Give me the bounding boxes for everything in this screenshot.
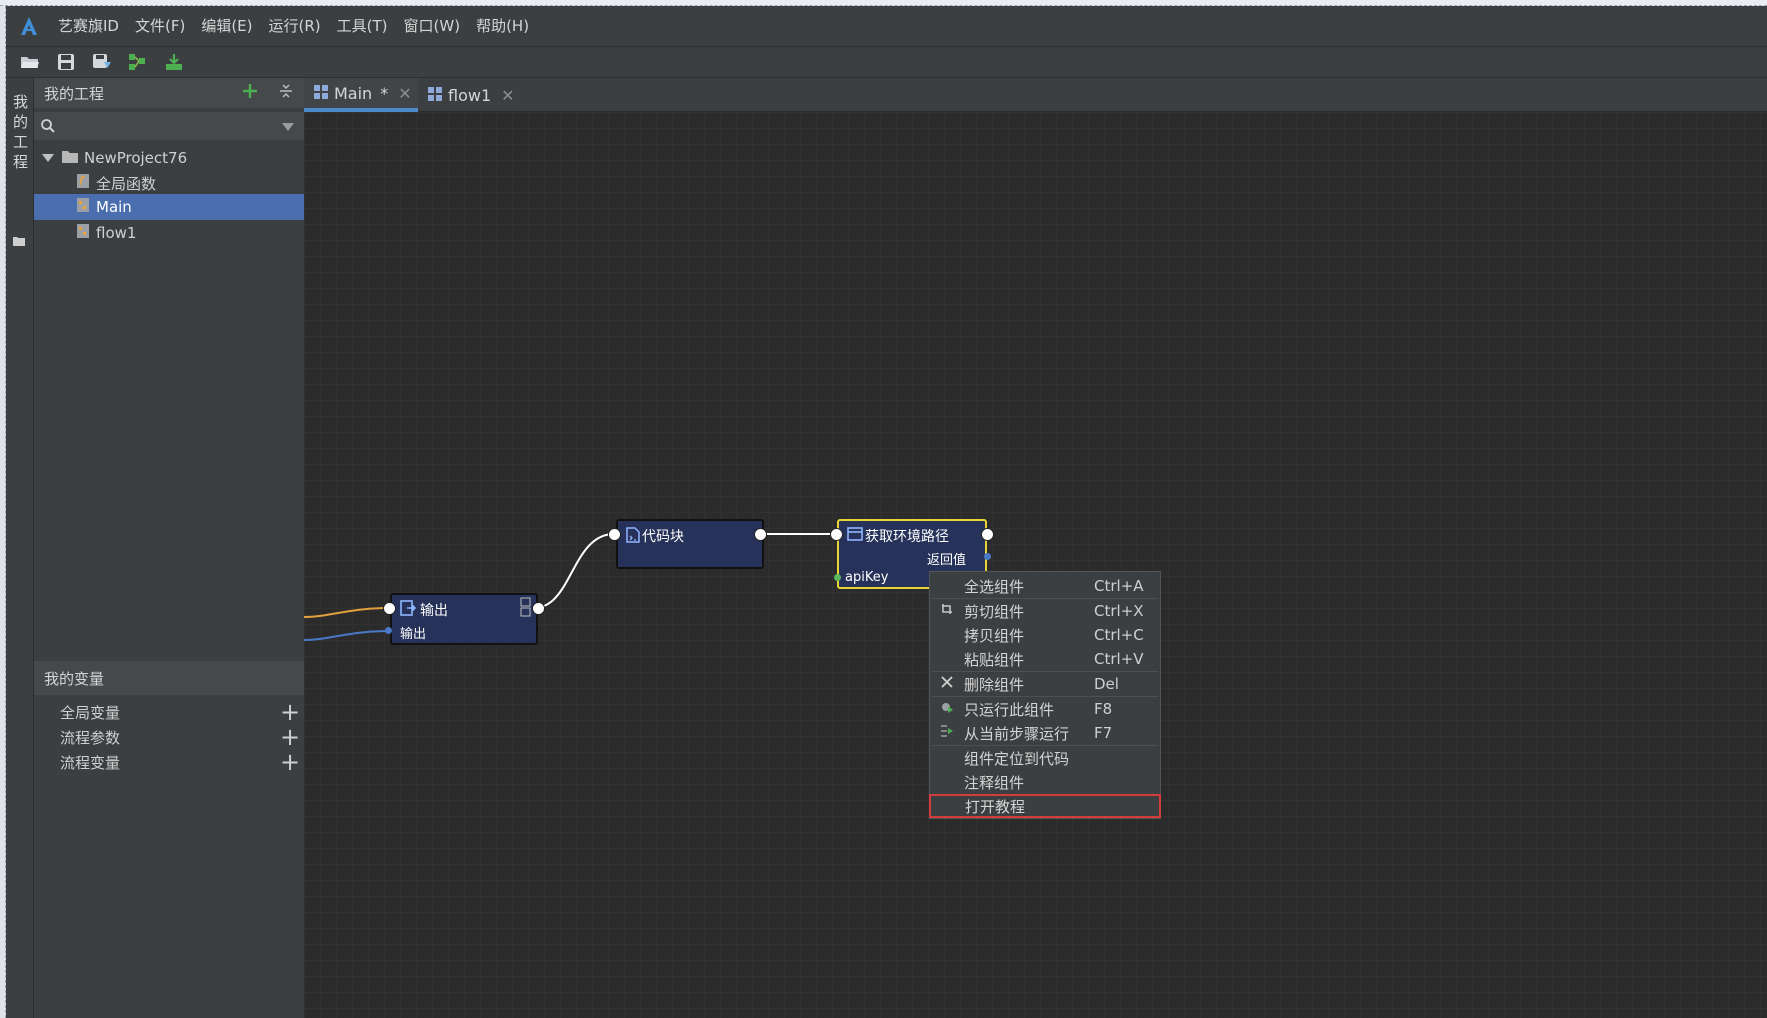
function-file-icon [76,173,90,193]
menu-item-cut[interactable]: 剪切组件 Ctrl+X [930,599,1160,623]
tab-main[interactable]: Main * ✕ [304,78,418,112]
save-icon[interactable] [52,49,80,75]
expand-arrow-icon[interactable] [42,149,58,167]
menu-item-run-from-step[interactable]: 从当前步骤运行 F7 [930,721,1160,745]
delete-icon [930,676,964,692]
add-variable-icon[interactable]: + [276,698,304,726]
code-file-icon [626,527,640,547]
flow-file-icon [76,197,90,217]
variable-group-flow-params[interactable]: 流程参数 + [34,723,304,751]
menu-item-copy[interactable]: 拷贝组件 Ctrl+C [930,623,1160,647]
project-side-tab[interactable]: 我的工程 [6,78,34,1018]
close-icon[interactable]: ✕ [398,84,411,103]
menu-tools[interactable]: 工具(T) [329,6,396,46]
tree-item-project-root[interactable]: NewProject76 [34,144,304,172]
tree-item-label: flow1 [96,224,137,242]
node-data-port[interactable] [385,627,392,634]
search-icon [40,118,56,138]
node-apikey-port[interactable] [834,574,841,581]
tree-item-label: 全局函数 [96,174,157,193]
node-return-port[interactable] [984,553,991,560]
tab-flow1[interactable]: flow1 ✕ [418,78,518,112]
flow-grid-icon [428,86,442,105]
add-variable-icon[interactable]: + [276,723,304,751]
add-variable-icon[interactable]: + [276,748,304,776]
node-title: 获取环境路径 [865,529,949,545]
project-search-field[interactable] [34,112,304,140]
tree-item-label: Main [96,198,132,216]
toolbar [6,46,1767,78]
project-panel-title: 我的工程 [44,84,105,103]
variables-panel-title: 我的变量 [44,669,105,688]
open-folder-icon[interactable] [16,49,44,75]
folder-icon [13,234,25,250]
flow-file-icon [76,223,90,243]
folder-icon [62,149,78,167]
node-output-label: 返回值 [927,553,967,568]
project-panel: 我的工程 NewProject76 全局函数 Main flow1 我的变量 全… [34,78,304,1018]
cut-icon [930,603,964,619]
tab-label: flow1 [448,85,492,105]
context-menu: 全选组件 Ctrl+A 剪切组件 Ctrl+X 拷贝组件 Ctrl+C 粘贴组件… [929,571,1161,819]
node-title: 代码块 [642,529,684,545]
tree-item-label: NewProject76 [84,149,188,167]
menu-item-delete[interactable]: 删除组件 Del [930,672,1160,696]
menu-window[interactable]: 窗口(W) [396,6,469,46]
menu-aisaiqi-id[interactable]: 艺赛旗ID [50,6,127,46]
node-input-port[interactable] [608,528,621,541]
node-code-block[interactable]: 代码块 [616,519,764,569]
run-single-icon [930,700,964,718]
tree-item-flow1[interactable]: flow1 [34,219,304,247]
editor-tab-bar: Main * ✕ flow1 ✕ [304,78,1767,112]
save-all-icon[interactable] [88,49,116,75]
aisaiqi-logo-icon [16,13,42,39]
variable-group-label: 流程参数 [60,728,121,747]
node-input-port[interactable] [830,528,843,541]
menu-item-comment[interactable]: 注释组件 [930,770,1160,794]
node-title: 输出 [420,603,448,619]
node-input-port[interactable] [383,602,396,615]
expand-node-icon[interactable] [520,597,532,621]
add-project-icon[interactable] [232,83,268,103]
tab-label: Main [334,83,373,103]
node-output-port[interactable] [981,528,994,541]
project-panel-header: 我的工程 [34,78,304,108]
menu-help[interactable]: 帮助(H) [468,6,537,46]
output-node-icon [400,600,417,620]
tree-item-global-functions[interactable]: 全局函数 [34,169,304,197]
connection-wires [304,533,830,641]
menu-item-paste[interactable]: 粘贴组件 Ctrl+V [930,647,1160,671]
menu-item-run-only[interactable]: 只运行此组件 F8 [930,697,1160,721]
window-icon [847,526,863,546]
run-from-step-icon [930,724,964,742]
close-icon[interactable]: ✕ [501,86,514,105]
menu-item-locate-code[interactable]: 组件定位到代码 [930,746,1160,770]
node-output-port[interactable] [532,602,545,615]
search-dropdown-icon[interactable] [282,120,294,136]
menu-item-select-all[interactable]: 全选组件 Ctrl+A [930,574,1160,598]
variable-group-label: 全局变量 [60,703,121,722]
menu-file[interactable]: 文件(F) [127,6,193,46]
node-port-label: 输出 [400,627,427,642]
menu-bar: 艺赛旗ID 文件(F) 编辑(E) 运行(R) 工具(T) 窗口(W) 帮助(H… [6,6,1767,46]
menu-item-open-tutorial[interactable]: 打开教程 [929,794,1161,818]
variable-group-label: 流程变量 [60,753,121,772]
variables-panel-header: 我的变量 [34,661,304,695]
flow-canvas[interactable]: 输出 输出 代码块 获取环境路径 返回值 apiKey [304,112,1767,1018]
menu-edit[interactable]: 编辑(E) [193,6,260,46]
tab-modified-marker: * [380,83,389,103]
node-output-port[interactable] [754,528,767,541]
node-output[interactable]: 输出 输出 [390,593,538,645]
tree-item-main[interactable]: Main [34,194,304,220]
variable-group-global[interactable]: 全局变量 + [34,698,304,726]
flow-grid-icon [314,84,328,103]
download-icon[interactable] [160,49,188,75]
collapse-all-icon[interactable] [268,83,304,103]
node-input-label: apiKey [845,570,889,585]
flow-run-icon[interactable] [124,49,152,75]
variable-group-flow-vars[interactable]: 流程变量 + [34,748,304,776]
project-side-tab-label: 我的工程 [13,93,29,171]
menu-run[interactable]: 运行(R) [261,6,329,46]
